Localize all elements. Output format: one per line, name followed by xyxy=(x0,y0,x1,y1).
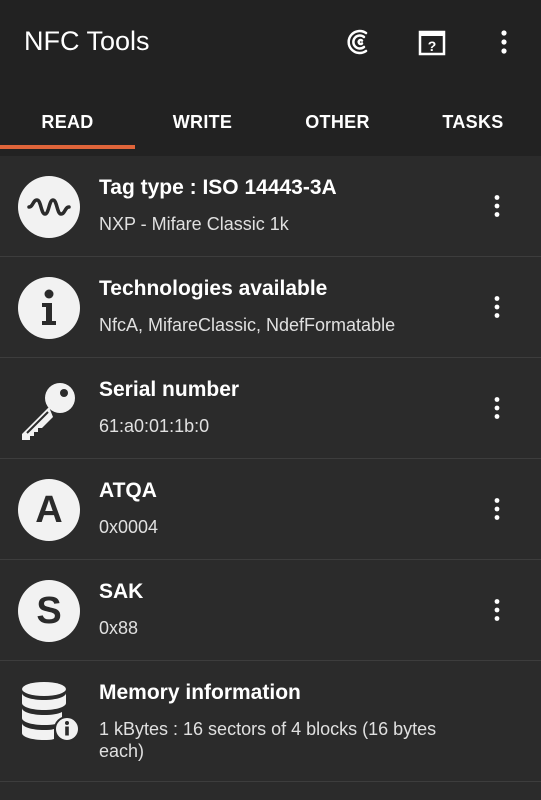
info-icon xyxy=(18,277,80,339)
row-subtitle: 0x0004 xyxy=(99,517,159,537)
row-title: Tag type : ISO 14443-3A xyxy=(99,176,337,199)
sak-icon: S xyxy=(18,580,80,642)
list-item-tag-type[interactable]: Tag type : ISO 14443-3A NXP - Mifare Cla… xyxy=(0,156,541,257)
list-item-memory-information[interactable]: Memory information 1 kBytes : 16 sectors… xyxy=(0,661,541,782)
atqa-icon: A xyxy=(18,479,80,541)
svg-text:?: ? xyxy=(428,38,437,54)
tab-write[interactable]: WRITE xyxy=(135,88,270,156)
nfc-scan-icon[interactable] xyxy=(344,26,376,58)
row-overflow-menu-icon[interactable] xyxy=(493,598,513,624)
row-subtitle: NXP - Mifare Classic 1k xyxy=(99,214,289,234)
key-icon xyxy=(18,378,80,440)
list-item-sak[interactable]: S SAK 0x88 xyxy=(0,560,541,661)
row-title: SAK xyxy=(99,580,144,603)
list-item-technologies[interactable]: Technologies available NfcA, MifareClass… xyxy=(0,257,541,358)
row-title: Serial number xyxy=(99,378,240,401)
list-item-serial-number[interactable]: Serial number 61:a0:01:1b:0 xyxy=(0,358,541,459)
row-overflow-menu-icon[interactable] xyxy=(493,295,513,321)
list-item-atqa[interactable]: A ATQA 0x0004 xyxy=(0,459,541,560)
database-info-icon xyxy=(18,681,80,743)
active-tab-indicator xyxy=(0,145,135,149)
row-subtitle: NfcA, MifareClassic, NdefFormatable xyxy=(99,315,396,335)
app-title: NFC Tools xyxy=(24,26,150,56)
row-title: Memory information xyxy=(99,681,301,704)
row-title: ATQA xyxy=(99,479,157,502)
app-bar: NFC Tools ? xyxy=(0,0,541,88)
row-subtitle: 0x88 xyxy=(99,618,139,638)
waveform-icon xyxy=(18,176,80,238)
row-subtitle: 61:a0:01:1b:0 xyxy=(99,416,210,436)
row-subtitle: 1 kBytes : 16 sectors of 4 blocks (16 by… xyxy=(99,719,437,761)
tab-tasks[interactable]: TASKS xyxy=(405,88,541,156)
row-overflow-menu-icon[interactable] xyxy=(493,194,513,220)
tab-other[interactable]: OTHER xyxy=(270,88,405,156)
row-title: Technologies available xyxy=(99,277,328,300)
overflow-menu-icon[interactable] xyxy=(488,26,520,58)
row-overflow-menu-icon[interactable] xyxy=(493,497,513,523)
tag-info-list: Tag type : ISO 14443-3A NXP - Mifare Cla… xyxy=(0,156,541,782)
help-icon[interactable]: ? xyxy=(416,26,448,58)
row-overflow-menu-icon[interactable] xyxy=(493,396,513,422)
